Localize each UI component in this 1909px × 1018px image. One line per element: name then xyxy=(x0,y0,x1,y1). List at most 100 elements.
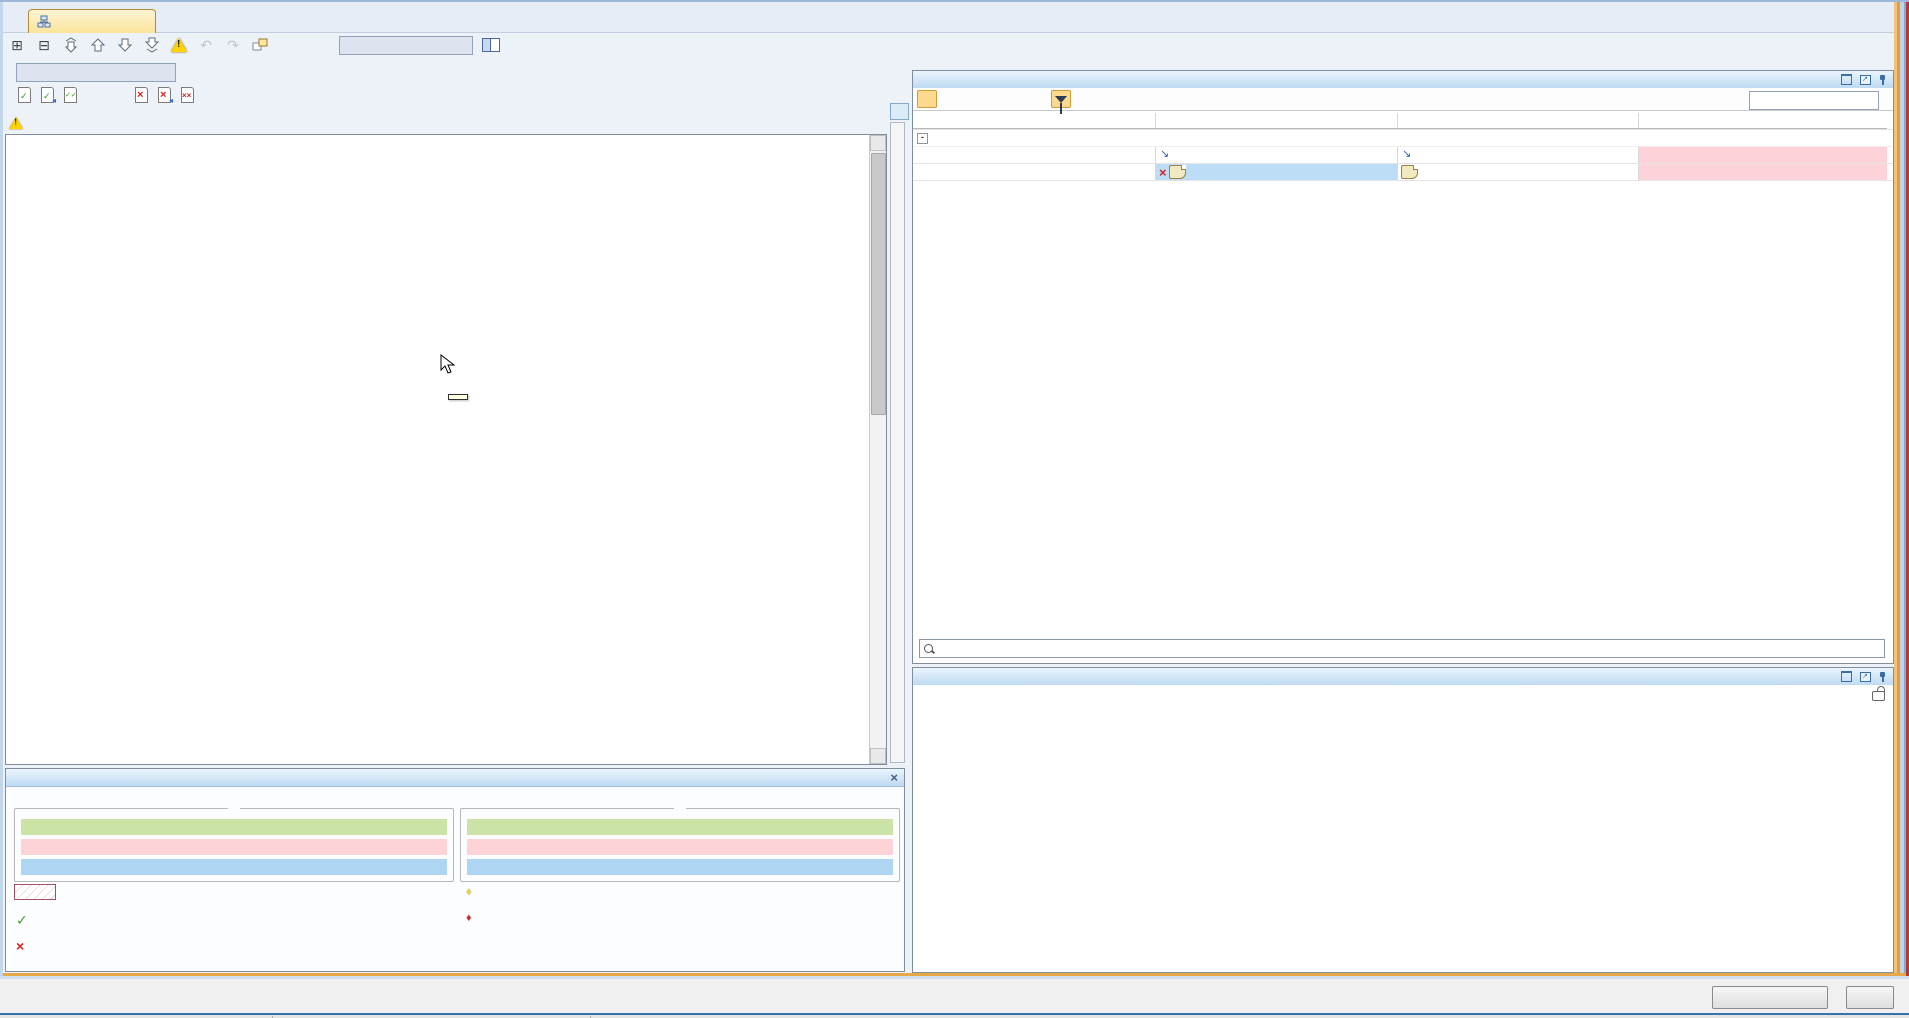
finish-merging-button[interactable] xyxy=(1712,986,1828,1009)
expander-icon[interactable]: - xyxy=(917,133,928,144)
ancestor-cell[interactable] xyxy=(1398,147,1639,163)
categorized-view-icon[interactable] xyxy=(917,90,937,108)
dialog-button-bar xyxy=(0,979,1909,1013)
ancestor-cell[interactable] xyxy=(1398,164,1639,180)
column-header[interactable] xyxy=(1639,113,1887,129)
control-flow-icon xyxy=(1401,149,1416,161)
properties-filter-select[interactable] xyxy=(1749,91,1879,110)
modified-bar xyxy=(467,859,893,875)
scroll-down-icon[interactable] xyxy=(870,748,886,764)
warning-icon xyxy=(9,117,23,129)
specification-titlebar xyxy=(913,71,1893,89)
expand-selection-icon[interactable]: ⊞ xyxy=(8,36,26,54)
main-toolbar: ⊞ ⊟ ↶ ↷ xyxy=(0,32,908,58)
activity-icon xyxy=(1401,165,1418,179)
specification-panel: - × xyxy=(912,70,1894,664)
specification-table: - × xyxy=(913,113,1893,181)
jump-to-marker-button[interactable] xyxy=(890,103,909,120)
help-button[interactable] xyxy=(1846,986,1894,1009)
filter-properties-input[interactable] xyxy=(938,642,1880,656)
target-cell-empty[interactable] xyxy=(1639,164,1887,180)
control-flow-icon xyxy=(1159,149,1174,161)
column-header[interactable] xyxy=(913,113,1156,129)
change-details-panel xyxy=(912,667,1894,973)
mouse-cursor xyxy=(440,354,458,377)
property-group-row[interactable]: - xyxy=(913,130,1893,147)
legend-inner-changes xyxy=(14,884,64,900)
hatch-swatch-icon xyxy=(14,884,56,900)
display-select[interactable] xyxy=(339,36,473,55)
change-marker-column[interactable] xyxy=(890,122,905,763)
target-cell-empty[interactable] xyxy=(1639,147,1887,163)
float-icon[interactable] xyxy=(1860,75,1871,85)
sort-alphabetically-icon[interactable] xyxy=(942,90,962,108)
scroll-up-icon[interactable] xyxy=(870,135,886,151)
restore-icon[interactable] xyxy=(1841,671,1852,682)
collapse-selection-icon[interactable]: ⊟ xyxy=(35,36,53,54)
accept-with-dependencies-icon[interactable] xyxy=(41,87,54,103)
close-icon[interactable]: × xyxy=(890,773,898,783)
undo-icon[interactable]: ↶ xyxy=(197,36,215,54)
deleted-bar xyxy=(467,839,893,855)
target-differences-box xyxy=(460,808,900,882)
unlock-icon[interactable] xyxy=(1872,691,1885,701)
merge-dialog: ⊞ ⊟ ↶ ↷ xyxy=(0,0,1909,1018)
highlight-select[interactable] xyxy=(16,63,176,82)
previous-change-icon[interactable] xyxy=(89,36,107,54)
search-icon xyxy=(924,644,933,653)
pin-icon[interactable] xyxy=(1879,672,1887,682)
column-header[interactable] xyxy=(1156,113,1398,129)
property-name xyxy=(913,164,1156,180)
specification-toolbar xyxy=(913,88,1893,111)
first-change-icon[interactable] xyxy=(62,36,80,54)
source-cell[interactable]: × xyxy=(1156,164,1398,180)
legend-conflict-user: ♦ xyxy=(466,886,480,898)
merge-diagram-icon[interactable] xyxy=(251,36,269,54)
expand-all-icon[interactable] xyxy=(990,90,1010,108)
target-differences-title xyxy=(674,801,686,813)
x-icon: × xyxy=(16,938,24,954)
table-header xyxy=(913,113,1893,130)
column-header[interactable] xyxy=(1398,113,1639,129)
added-bar xyxy=(467,819,893,835)
restore-icon[interactable] xyxy=(1841,74,1852,85)
redo-icon[interactable]: ↷ xyxy=(224,36,242,54)
table-row[interactable] xyxy=(913,147,1893,164)
collapse-all-icon[interactable] xyxy=(1015,90,1035,108)
change-details-titlebar xyxy=(913,668,1893,686)
legend-rejected: × xyxy=(16,938,32,954)
hierarchy-icon xyxy=(37,15,51,28)
filter-icon[interactable] xyxy=(1051,90,1071,108)
compare-icon xyxy=(1087,90,1107,108)
source-differences-box xyxy=(14,808,454,882)
source-differences-title xyxy=(228,801,240,813)
float-icon[interactable] xyxy=(1860,672,1871,682)
table-row[interactable]: × xyxy=(913,164,1893,181)
window-left-border xyxy=(0,2,3,977)
summary-titlebar: × xyxy=(6,769,904,787)
accept-recursively-icon[interactable] xyxy=(64,87,77,103)
accept-change-icon[interactable] xyxy=(18,87,31,103)
tooltip xyxy=(448,394,468,400)
reject-change-icon[interactable] xyxy=(135,87,148,103)
scrollbar-thumb[interactable] xyxy=(871,153,886,415)
property-name xyxy=(913,147,1156,163)
tab-bar xyxy=(0,2,1909,33)
pin-icon[interactable] xyxy=(1879,75,1887,85)
legend-options-icon[interactable] xyxy=(482,36,500,54)
red-diamond-icon: ♦ xyxy=(466,912,472,924)
tab-merged-result[interactable] xyxy=(28,9,156,33)
reject-recursively-icon[interactable] xyxy=(181,87,194,103)
legend-conflict-system: ♦ xyxy=(466,912,480,924)
deleted-bar xyxy=(21,839,447,855)
reject-with-dependencies-icon[interactable] xyxy=(158,87,171,103)
filter-properties-box[interactable] xyxy=(919,639,1885,658)
check-icon: ✓ xyxy=(16,912,28,929)
next-change-icon[interactable] xyxy=(116,36,134,54)
source-cell[interactable] xyxy=(1156,147,1398,163)
modified-bar xyxy=(21,859,447,875)
tree-scrollbar[interactable] xyxy=(869,135,886,764)
window-right-border xyxy=(1894,2,1909,977)
last-change-icon[interactable] xyxy=(143,36,161,54)
next-conflict-icon[interactable] xyxy=(170,36,188,54)
